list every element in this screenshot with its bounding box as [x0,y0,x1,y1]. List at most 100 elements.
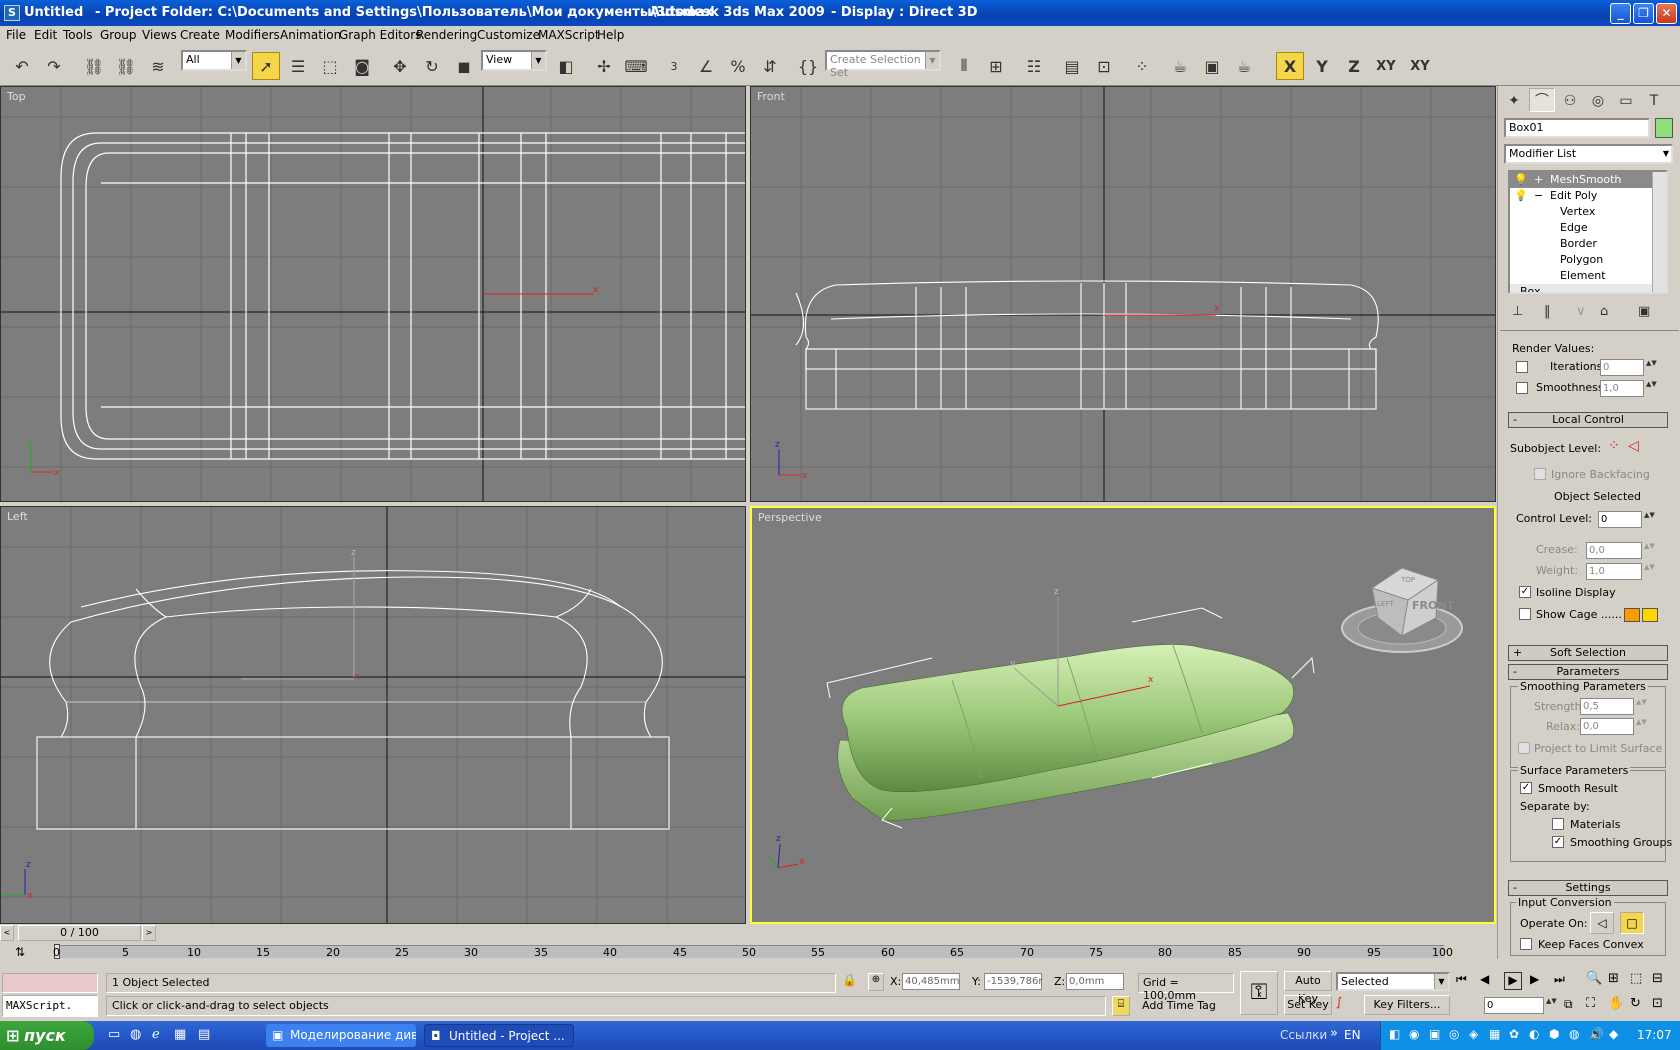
named-selection-set-input[interactable]: Create Selection Set ▼ [825,50,941,79]
tray-icon[interactable]: ◉ [1409,1027,1419,1041]
reference-coordinate-dropdown[interactable]: View ▼ [481,50,547,71]
zoom-extents-all-icon[interactable]: ⊟ [1652,971,1663,986]
iterations-checkbox[interactable] [1516,361,1528,373]
axis-constraint-x[interactable]: X [1276,52,1304,80]
parameters-rollout[interactable]: - Parameters [1508,664,1668,680]
minimize-button[interactable]: _ [1610,3,1631,24]
pin-stack-icon[interactable]: ⊥ [1512,304,1523,319]
task-3dsmax[interactable]: ◘ Untitled - Project ... [424,1024,574,1047]
material-editor-icon[interactable]: ⁘ [1128,52,1156,80]
schematic-view-icon[interactable]: ⊡ [1090,52,1118,80]
operate-on-triangle-button[interactable]: ◁ [1590,912,1614,934]
start-button[interactable]: ⊞ пуск [0,1021,94,1050]
percent-snap-icon[interactable]: % [724,52,752,80]
soft-selection-rollout[interactable]: + Soft Selection [1508,645,1668,661]
keyboard-shortcut-icon[interactable]: ⌨ [622,52,650,80]
z-coord-field[interactable]: 0,0mm [1066,973,1124,990]
auto-key-button[interactable]: Auto Key [1284,971,1332,1005]
key-selection-dropdown[interactable]: Selected ▼ [1336,972,1450,991]
mirror-icon[interactable]: ⫴ [950,52,978,80]
maxscript-mini-listener[interactable]: MAXScript. [2,995,98,1017]
zoom-extents-icon[interactable]: ⬚ [1630,971,1642,986]
current-frame-field[interactable]: 0 [1484,997,1544,1014]
time-slider[interactable]: 0 / 100 [18,925,141,941]
viewport-left[interactable]: z x z x Left [0,506,746,924]
object-color-swatch[interactable] [1655,118,1673,138]
viewport-label-top[interactable]: Top [7,90,26,103]
vertex-level-icon[interactable]: ⁘ [1608,438,1620,454]
select-object-icon[interactable]: ➚ [252,52,280,80]
axis-constraint-y[interactable]: Y [1308,52,1336,80]
volume-icon[interactable]: 🔊 [1589,1027,1604,1041]
bind-spacewarp-icon[interactable]: ≋ [144,52,172,80]
add-time-tag-button[interactable]: Add Time Tag [1138,996,1234,1016]
scale-icon[interactable]: ◼ [450,52,478,80]
snap-toggle-icon[interactable]: 3 [660,52,688,80]
ignore-backfacing-checkbox[interactable] [1534,468,1546,480]
settings-rollout[interactable]: - Settings [1508,880,1668,896]
spinner-arrows-icon[interactable]: ▲▼ [1636,718,1647,735]
show-cage-checkbox[interactable] [1519,608,1531,620]
menu-maxscript[interactable]: MAXScript [538,28,600,42]
axis-constraint-xy[interactable]: XY [1372,52,1400,80]
maxscript-listener-pink[interactable] [2,973,98,993]
viewport-label-front[interactable]: Front [757,90,785,103]
strength-spinner[interactable]: 0,5 [1580,698,1634,715]
rectangular-selection-icon[interactable]: ⬚ [316,52,344,80]
network-icon[interactable]: ◆ [1609,1027,1618,1041]
set-key-button[interactable]: Set Key [1284,995,1332,1015]
viewport-label-left[interactable]: Left [7,510,28,523]
spinner-arrows-icon[interactable]: ▲▼ [1636,698,1647,715]
spinner-arrows-icon[interactable]: ▲▼ [1644,511,1655,528]
project-limit-checkbox[interactable] [1518,742,1530,754]
media-icon[interactable]: ▤ [198,1027,210,1042]
relax-spinner[interactable]: 0,0 [1580,718,1634,735]
tray-icon[interactable]: ◐ [1529,1027,1539,1041]
time-prev-arrow-icon[interactable]: < [0,925,14,941]
stack-item-box[interactable]: Box [1510,284,1654,292]
hierarchy-tab-icon[interactable]: ⚇ [1557,88,1583,112]
layer-manager-icon[interactable]: ☷ [1020,52,1048,80]
menu-customize[interactable]: Customize [477,28,540,42]
viewport-front[interactable]: x z x Front [750,86,1496,502]
viewport-label-perspective[interactable]: Perspective [758,511,822,524]
menu-file[interactable]: File [6,28,26,42]
object-name-field[interactable]: Box01 [1504,118,1650,138]
stack-item-edit-poly[interactable]: 💡 − Edit Poly [1510,188,1654,204]
lightbulb-icon[interactable]: 💡 [1514,172,1528,188]
tray-icon[interactable]: ◧ [1389,1027,1400,1041]
orbit-icon[interactable]: ↻ [1630,996,1641,1011]
move-icon[interactable]: ✥ [386,52,414,80]
operate-on-polygon-button[interactable]: □ [1620,912,1644,934]
close-button[interactable]: ✕ [1656,3,1677,24]
stack-item-vertex[interactable]: Vertex [1510,204,1654,220]
tray-icon[interactable]: ◈ [1469,1027,1478,1041]
render-setup-icon[interactable]: ☕ [1166,52,1194,80]
stack-item-element[interactable]: Element [1510,268,1654,284]
viewport-top[interactable]: x y x Top [0,86,746,502]
axis-constraint-xy-cycle[interactable]: XY [1406,52,1434,80]
materials-checkbox[interactable] [1552,818,1564,830]
explorer-icon[interactable]: ▦ [174,1027,186,1042]
tray-icon[interactable]: ◍ [1569,1027,1579,1041]
menu-tools[interactable]: Tools [63,28,93,42]
motion-tab-icon[interactable]: ◎ [1585,88,1611,112]
zoom-all-icon[interactable]: ⊞ [1608,971,1619,986]
modifier-stack[interactable]: 💡 + MeshSmooth 💡 − Edit Poly Vertex Edge Bor… [1508,170,1668,294]
collapse-toggle[interactable]: − [1534,188,1543,204]
show-desktop-icon[interactable]: ▭ [108,1027,120,1042]
manipulate-icon[interactable]: ✢ [590,52,618,80]
tray-icon[interactable]: ✿ [1509,1027,1519,1041]
time-tag-icon[interactable]: ⌸ [1112,996,1130,1016]
smoothness-spinner[interactable]: 1,0 [1600,380,1644,397]
stack-item-polygon[interactable]: Polygon [1510,252,1654,268]
align-icon[interactable]: ⊞ [982,52,1010,80]
crease-spinner[interactable]: 0,0 [1586,542,1642,559]
previous-frame-icon[interactable]: ◀ [1480,972,1489,986]
make-unique-icon[interactable]: ∨ [1576,304,1586,319]
isoline-display-checkbox[interactable]: ✓ [1519,586,1531,598]
play-icon[interactable]: ▶ [1504,972,1522,990]
weight-spinner[interactable]: 1,0 [1586,563,1642,580]
lightbulb-icon[interactable]: 💡 [1514,188,1528,204]
modifier-list-dropdown[interactable]: Modifier List ▼ [1504,144,1673,164]
